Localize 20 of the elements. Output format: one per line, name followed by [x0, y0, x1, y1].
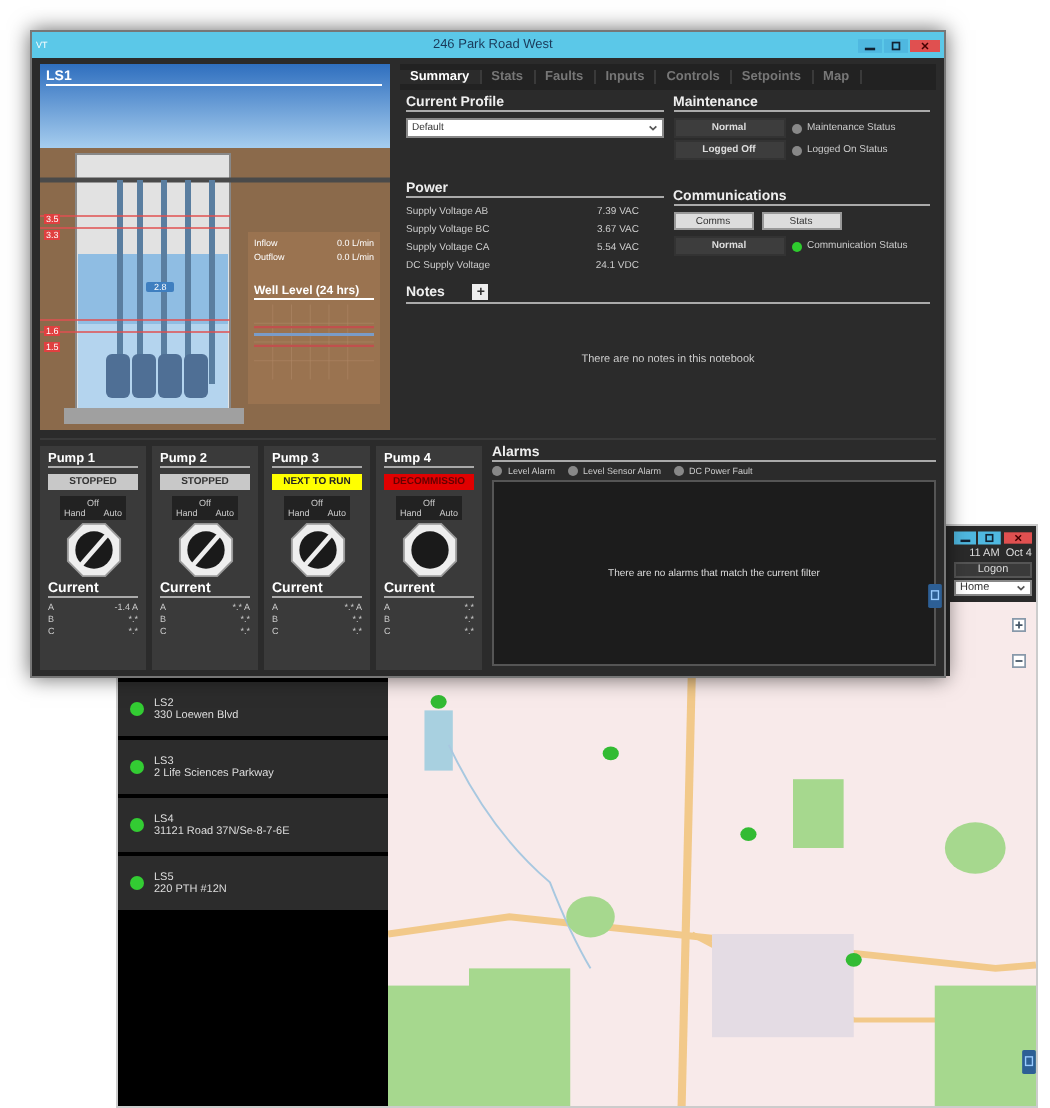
- panel-toggle-icon[interactable]: [928, 584, 942, 608]
- minimize-icon[interactable]: [858, 37, 882, 53]
- alarm-light[interactable]: [492, 466, 502, 476]
- restore-icon[interactable]: [884, 37, 908, 53]
- caret-icon: [1016, 584, 1026, 592]
- zoom-out-icon[interactable]: [1012, 654, 1026, 668]
- close-icon[interactable]: [910, 37, 940, 53]
- caret-icon: [647, 124, 657, 132]
- selector-knob[interactable]: [401, 522, 457, 578]
- zoom-in-icon[interactable]: [1012, 618, 1026, 632]
- level-chart-drawing: [254, 304, 374, 380]
- alarm-light[interactable]: [567, 466, 578, 476]
- close-icon[interactable]: [1003, 530, 1032, 546]
- minimize-icon[interactable]: [953, 530, 977, 546]
- restore-icon[interactable]: [978, 530, 1002, 546]
- selector-knob[interactable]: [289, 522, 345, 578]
- selector-knob[interactable]: [177, 522, 233, 578]
- panel-toggle-icon[interactable]: [1022, 1050, 1036, 1074]
- selector-knob[interactable]: [65, 522, 121, 578]
- alarm-light[interactable]: [673, 466, 684, 476]
